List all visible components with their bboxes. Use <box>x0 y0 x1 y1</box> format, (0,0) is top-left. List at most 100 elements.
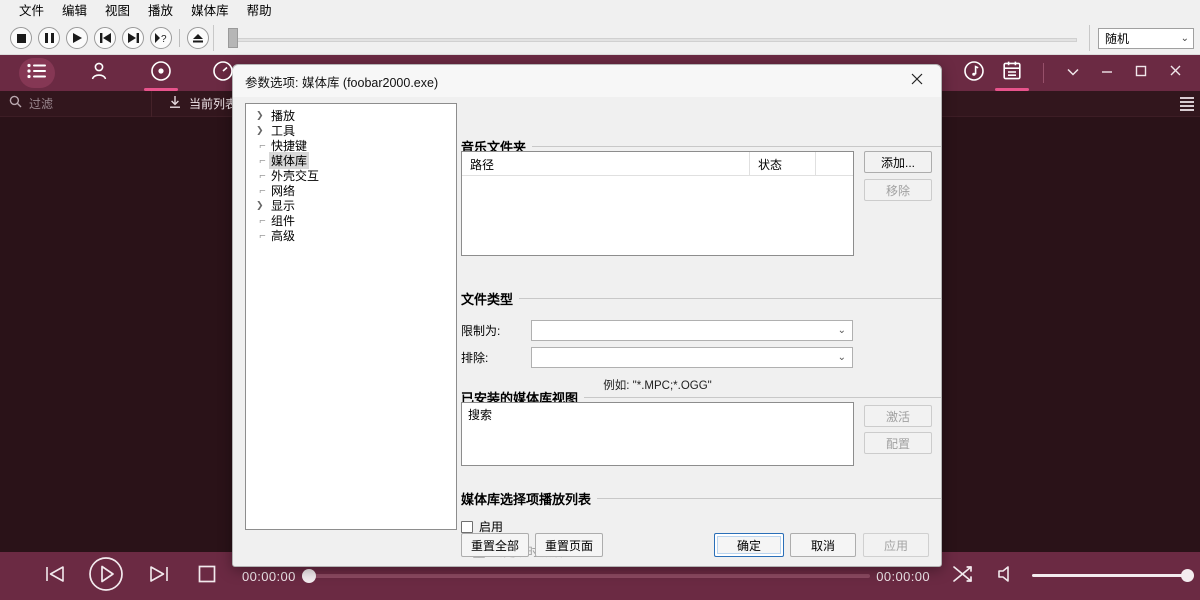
play-random-button[interactable]: ? <box>150 27 172 49</box>
now-playing-tab[interactable] <box>955 55 993 91</box>
restrict-to-label: 限制为: <box>461 324 501 338</box>
menu-item-view[interactable]: 视图 <box>96 2 139 20</box>
preferences-dialog: 参数选项: 媒体库 (foobar2000.exe) ❯ 播放 ❯ 工具 ⌐ 快… <box>232 64 942 567</box>
eject-icon <box>193 33 203 43</box>
artist-view-tab[interactable] <box>80 55 118 91</box>
column-extra[interactable] <box>816 152 853 175</box>
ok-button[interactable]: 确定 <box>714 533 784 557</box>
list-item[interactable]: 搜索 <box>462 403 853 423</box>
maximize-icon <box>1135 64 1147 82</box>
tree-branch-icon: ⌐ <box>259 154 266 167</box>
playback-seek-slider[interactable] <box>301 569 871 583</box>
music-folders-listview[interactable]: 路径 状态 <box>461 151 854 256</box>
chevron-right-icon[interactable]: ❯ <box>256 125 269 136</box>
media-library-page: 音乐文件夹 路径 状态 添加... 移除 文件类型 限制为: ⌄ 排除: ⌄ 例… <box>461 97 941 566</box>
tree-item-shortcuts[interactable]: ⌐ 快捷键 <box>246 138 456 153</box>
chevron-right-icon[interactable]: ❯ <box>256 110 269 121</box>
playback-seek-track <box>301 574 871 578</box>
elapsed-time: 00:00:00 <box>242 568 296 584</box>
reset-page-button[interactable]: 重置页面 <box>535 533 603 557</box>
maximize-button[interactable] <box>1124 55 1158 91</box>
menu-item-help[interactable]: 帮助 <box>238 2 281 20</box>
chevron-right-icon[interactable]: ❯ <box>256 200 269 211</box>
dialog-titlebar: 参数选项: 媒体库 (foobar2000.exe) <box>233 65 941 97</box>
tree-item-components[interactable]: ⌐ 组件 <box>246 213 456 228</box>
preferences-tree[interactable]: ❯ 播放 ❯ 工具 ⌐ 快捷键 ⌐ 媒体库 ⌐ 外壳交互 ⌐ 网络 ❯ 显示 ⌐… <box>245 103 457 530</box>
minimize-icon <box>1100 64 1114 82</box>
list-icon <box>27 63 47 84</box>
seek-slider[interactable] <box>228 22 1077 55</box>
close-button[interactable] <box>1158 55 1192 91</box>
stop-icon <box>16 33 26 43</box>
tree-item-media-library[interactable]: ⌐ 媒体库 <box>246 152 456 169</box>
tree-item-playback[interactable]: ❯ 播放 <box>246 108 456 123</box>
shuffle-button[interactable] <box>946 559 980 593</box>
volume-handle[interactable] <box>1181 569 1194 582</box>
stop-button[interactable] <box>10 27 32 49</box>
stop-button-main[interactable] <box>190 559 224 593</box>
group-rule <box>532 146 941 147</box>
selection-playlist-title: 媒体库选择项播放列表 <box>461 492 592 507</box>
file-types-group: 文件类型 限制为: ⌄ 排除: ⌄ 例如: "*.MPC;*.OGG" <box>461 289 941 393</box>
reset-all-button[interactable]: 重置全部 <box>461 533 529 557</box>
shuffle-icon <box>952 564 974 589</box>
menu-item-playback[interactable]: 播放 <box>139 2 182 20</box>
eject-button[interactable] <box>187 27 209 49</box>
column-status[interactable]: 状态 <box>750 152 816 175</box>
view-tabs-right <box>955 55 1192 91</box>
seek-handle[interactable] <box>228 27 238 48</box>
menu-bar: 文件 编辑 视图 播放 媒体库 帮助 <box>0 0 1200 22</box>
speedometer-icon <box>212 60 234 87</box>
restrict-to-combo[interactable]: ⌄ <box>531 320 853 341</box>
album-view-tab[interactable] <box>142 55 180 91</box>
close-icon <box>1169 64 1182 82</box>
play-button[interactable] <box>66 27 88 49</box>
previous-button[interactable] <box>94 27 116 49</box>
menu-item-file[interactable]: 文件 <box>10 2 53 20</box>
next-track-button[interactable] <box>142 559 176 593</box>
tree-item-advanced[interactable]: ⌐ 高级 <box>246 228 456 243</box>
close-icon <box>910 72 924 91</box>
volume-slider[interactable] <box>1032 569 1194 582</box>
selection-playlist-header: 媒体库选择项播放列表 <box>461 489 941 508</box>
search-input[interactable]: 过滤 <box>0 90 152 117</box>
playback-order-select[interactable]: 随机 ⌄ <box>1098 27 1194 49</box>
menu-item-library[interactable]: 媒体库 <box>182 2 238 20</box>
library-views-listbox[interactable]: 搜索 <box>461 402 854 466</box>
playback-seek-handle[interactable] <box>301 569 316 583</box>
tree-branch-icon: ⌐ <box>259 184 266 197</box>
tree-branch-icon: ⌐ <box>259 139 266 152</box>
tree-item-tools[interactable]: ❯ 工具 <box>246 123 456 138</box>
file-types-title: 文件类型 <box>461 292 514 307</box>
tree-item-shell-integration[interactable]: ⌐ 外壳交互 <box>246 168 456 183</box>
pause-icon <box>44 33 54 43</box>
pause-button[interactable] <box>38 27 60 49</box>
panel-menu-handle[interactable] <box>1180 96 1194 117</box>
minimize-button[interactable] <box>1090 55 1124 91</box>
menu-item-edit[interactable]: 编辑 <box>53 2 96 20</box>
search-icon <box>9 95 22 113</box>
activate-view-button: 激活 <box>864 405 932 427</box>
cancel-button[interactable]: 取消 <box>790 533 856 557</box>
next-button[interactable] <box>122 27 144 49</box>
add-folder-button[interactable]: 添加... <box>864 151 932 173</box>
playback-order-value: 随机 <box>1105 31 1130 46</box>
player-toolbar: ? 随机 ⌄ <box>0 22 1200 55</box>
tree-item-network[interactable]: ⌐ 网络 <box>246 183 456 198</box>
volume-button[interactable] <box>990 559 1024 593</box>
properties-tab[interactable] <box>993 55 1031 91</box>
navbar-divider <box>1043 63 1044 83</box>
tree-branch-icon: ⌐ <box>259 169 266 182</box>
total-time: 00:00:00 <box>876 568 930 584</box>
tree-item-display[interactable]: ❯ 显示 <box>246 198 456 213</box>
dialog-close-button[interactable] <box>897 66 937 96</box>
more-button[interactable] <box>1056 55 1090 91</box>
next-track-icon <box>148 564 170 589</box>
previous-track-button[interactable] <box>38 559 72 593</box>
column-path[interactable]: 路径 <box>462 152 750 175</box>
configure-view-button: 配置 <box>864 432 932 454</box>
playlist-view-tab[interactable] <box>18 55 56 91</box>
exclude-combo[interactable]: ⌄ <box>531 347 853 368</box>
search-placeholder: 过滤 <box>29 97 54 111</box>
play-button-main[interactable] <box>84 556 128 593</box>
